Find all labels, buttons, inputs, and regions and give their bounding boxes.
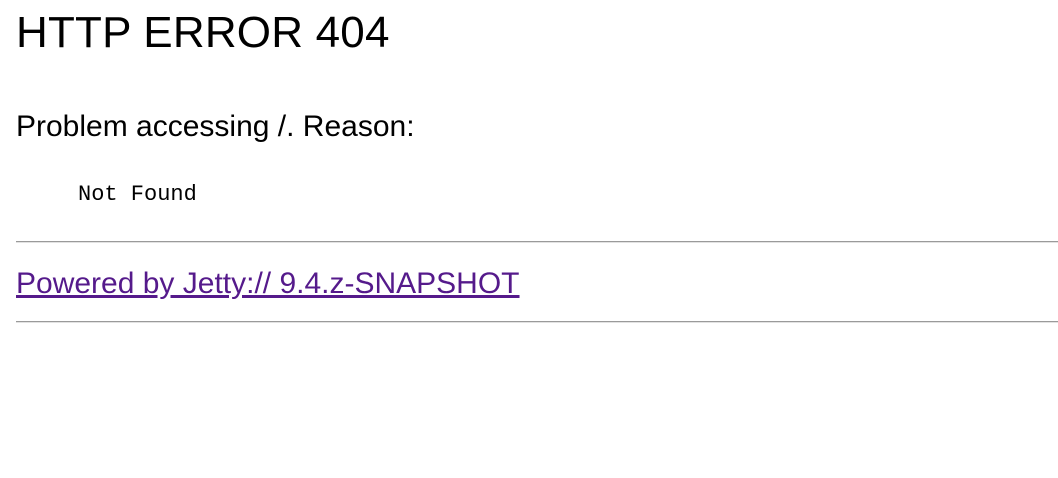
- problem-message: Problem accessing /. Reason:: [16, 110, 415, 143]
- error-reason: Not Found: [78, 182, 197, 207]
- divider-top: [16, 241, 1058, 243]
- powered-by-jetty-link[interactable]: Powered by Jetty:// 9.4.z-SNAPSHOT: [16, 265, 520, 303]
- error-title: HTTP ERROR 404: [16, 8, 390, 57]
- divider-bottom: [16, 321, 1058, 323]
